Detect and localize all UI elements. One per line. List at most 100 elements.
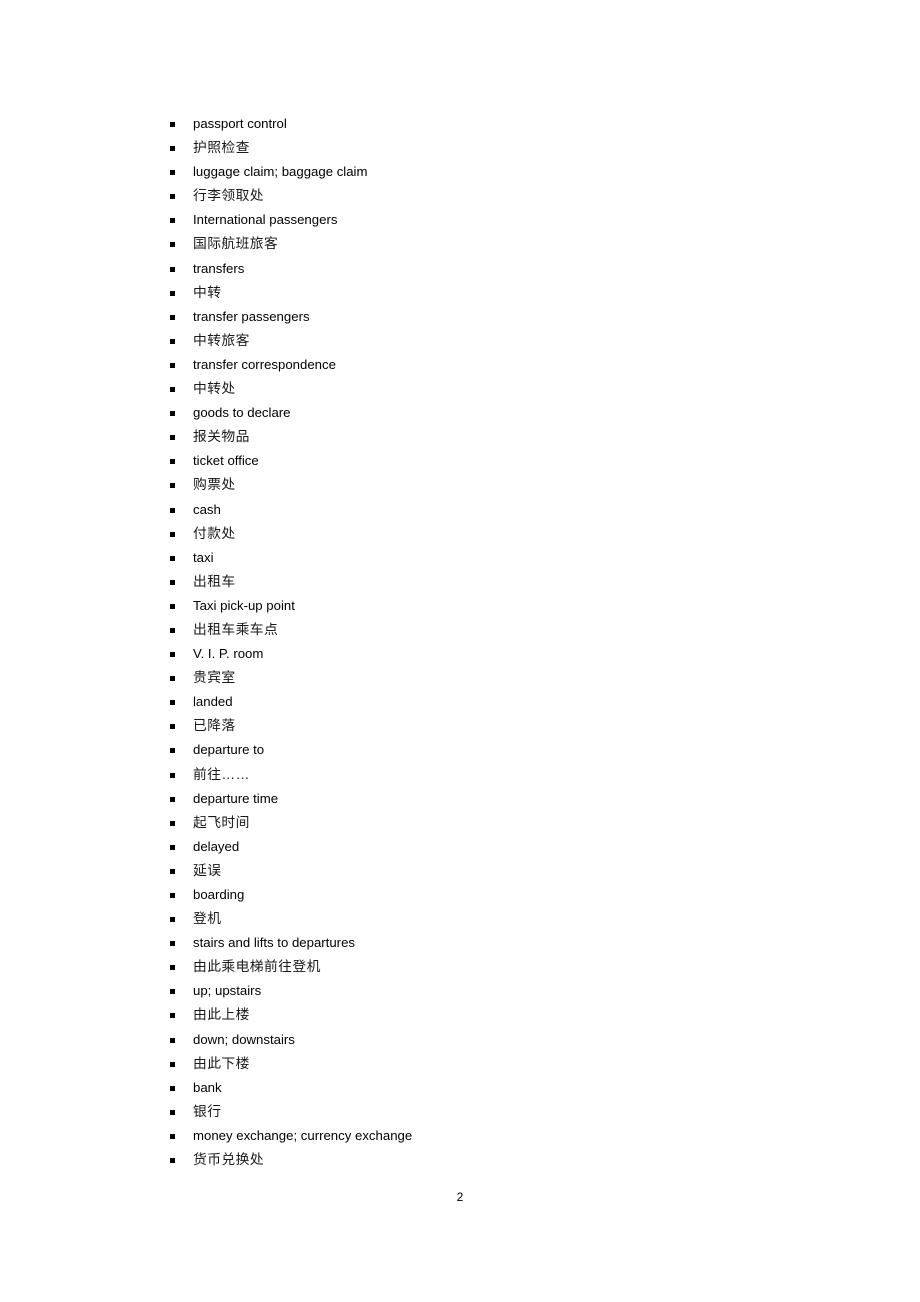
square-bullet-icon — [170, 459, 175, 465]
list-item: cash — [170, 498, 810, 522]
list-item: 购票处 — [170, 473, 810, 497]
list-item-text: 起飞时间 — [193, 814, 250, 830]
list-item: bank — [170, 1076, 810, 1100]
square-bullet-icon — [170, 290, 175, 296]
list-item: 付款处 — [170, 522, 810, 546]
list-item: V. I. P. room — [170, 642, 810, 666]
list-item: 前往…… — [170, 763, 810, 787]
document-page: passport control 护照检查 luggage claim; bagga… — [0, 0, 920, 1302]
list-item-text: goods to declare — [193, 405, 291, 421]
square-bullet-icon — [170, 122, 175, 127]
list-item-text: 行李领取处 — [193, 188, 264, 204]
list-item-text: boarding — [193, 887, 245, 902]
square-bullet-icon — [170, 1133, 175, 1139]
list-item-text: transfer correspondence — [193, 356, 336, 372]
list-item-text: V. I. P. room — [193, 646, 264, 662]
list-item-text: cash — [193, 501, 221, 517]
square-bullet-icon — [170, 941, 175, 947]
square-bullet-icon — [170, 724, 175, 730]
list-item: 银行 — [170, 1100, 810, 1124]
list-item: 由此乘电梯前往登机 — [170, 955, 810, 979]
square-bullet-icon — [170, 700, 175, 706]
square-bullet-icon — [170, 893, 175, 898]
square-bullet-icon — [170, 868, 175, 874]
list-item-text: 由此乘电梯前往登机 — [193, 959, 321, 975]
list-item-text: taxi — [193, 549, 214, 565]
square-bullet-icon — [170, 266, 175, 272]
square-bullet-icon — [170, 555, 175, 561]
square-bullet-icon — [170, 146, 175, 152]
square-bullet-icon — [170, 652, 175, 658]
list-item-text: 护照检查 — [193, 140, 250, 156]
square-bullet-icon — [170, 194, 175, 200]
list-item: 起飞时间 — [170, 811, 810, 835]
list-item-text: ticket office — [193, 453, 259, 469]
list-item: 护照检查 — [170, 136, 810, 160]
list-item: boarding — [170, 883, 810, 907]
list-item-text: 银行 — [193, 1103, 222, 1119]
vocabulary-list: passport control 护照检查 luggage claim; bagga… — [170, 112, 810, 1172]
list-item: International passengers — [170, 208, 810, 232]
square-bullet-icon — [170, 820, 175, 826]
list-item: 已降落 — [170, 714, 810, 738]
list-item-text: Taxi pick-up point — [193, 597, 295, 613]
list-item-text: 中转旅客 — [193, 332, 250, 348]
square-bullet-icon — [170, 1013, 175, 1019]
list-item-text: departure to — [193, 742, 265, 758]
square-bullet-icon — [170, 507, 175, 513]
list-item-text: landed — [193, 694, 233, 710]
list-item-text: departure time — [193, 790, 279, 806]
list-item: 出租车乘车点 — [170, 618, 810, 642]
list-item: departure time — [170, 787, 810, 811]
square-bullet-icon — [170, 748, 175, 754]
square-bullet-icon — [170, 1158, 175, 1164]
square-bullet-icon — [170, 676, 175, 682]
square-bullet-icon — [170, 338, 175, 344]
list-item: Taxi pick-up point — [170, 594, 810, 618]
list-item-text: 中转处 — [193, 381, 236, 397]
square-bullet-icon — [170, 989, 175, 995]
list-item: transfer passengers — [170, 305, 810, 329]
square-bullet-icon — [170, 844, 175, 850]
list-item: 延误 — [170, 859, 810, 883]
square-bullet-icon — [170, 483, 175, 489]
square-bullet-icon — [170, 579, 175, 585]
list-item-text: up; upstairs — [193, 983, 262, 999]
list-item-text: passport control — [193, 116, 287, 131]
list-item: luggage claim; baggage claim — [170, 160, 810, 184]
list-item-text: 前往…… — [193, 766, 250, 782]
list-item: 中转旅客 — [170, 329, 810, 353]
list-item-text: money exchange; currency exchange — [193, 1127, 413, 1143]
square-bullet-icon — [170, 796, 175, 802]
list-item-text: 已降落 — [193, 718, 236, 734]
list-item-text: 登机 — [193, 911, 222, 927]
list-item-text: down; downstairs — [193, 1031, 295, 1047]
list-item: transfers — [170, 257, 810, 281]
list-item: 中转 — [170, 281, 810, 305]
list-item-text: 延误 — [193, 862, 222, 878]
list-item-text: delayed — [193, 838, 240, 854]
list-item: 行李领取处 — [170, 184, 810, 208]
list-item: landed — [170, 690, 810, 714]
list-item: down; downstairs — [170, 1028, 810, 1052]
square-bullet-icon — [170, 1085, 175, 1091]
list-item-text: 国际航班旅客 — [193, 236, 279, 252]
list-item-text: 由此下楼 — [193, 1055, 250, 1071]
list-item-text: 由此上楼 — [193, 1007, 250, 1023]
list-item-text: 出租车乘车点 — [193, 621, 279, 637]
square-bullet-icon — [170, 772, 175, 778]
list-item: 由此下楼 — [170, 1052, 810, 1076]
list-item: ticket office — [170, 449, 810, 473]
list-item-text: International passengers — [193, 212, 338, 228]
square-bullet-icon — [170, 603, 175, 609]
list-item-text: transfer passengers — [193, 308, 310, 324]
list-item-text: 付款处 — [193, 525, 236, 541]
list-item: 由此上楼 — [170, 1003, 810, 1027]
list-item: delayed — [170, 835, 810, 859]
list-item: taxi — [170, 546, 810, 570]
list-item-text: 贵宾室 — [193, 670, 236, 686]
list-item: 货币兑换处 — [170, 1148, 810, 1172]
square-bullet-icon — [170, 242, 175, 248]
list-item: 登机 — [170, 907, 810, 931]
list-item-text: luggage claim; baggage claim — [193, 164, 368, 180]
